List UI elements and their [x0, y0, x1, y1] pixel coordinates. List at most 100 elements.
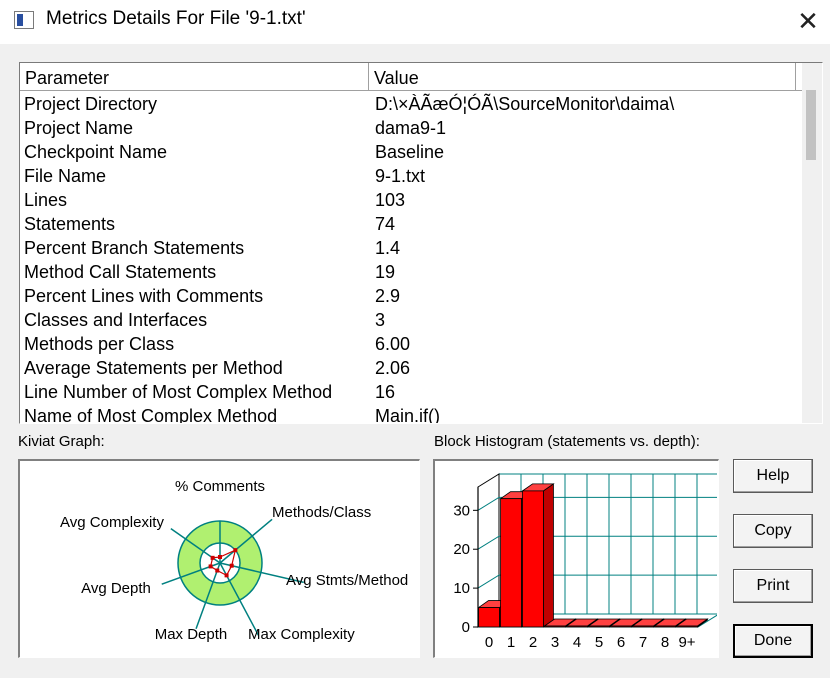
y-tick-label: 20 [453, 541, 470, 558]
table-row[interactable]: Method Call Statements 19 [20, 260, 802, 284]
table-row[interactable]: Project Name dama9-1 [20, 116, 802, 140]
table-row[interactable]: Lines 103 [20, 188, 802, 212]
kiviat-axis-label: Avg Complexity [60, 514, 164, 531]
histogram-bar [478, 607, 500, 628]
table-row[interactable]: Classes and Interfaces 3 [20, 308, 802, 332]
kiviat-graph-label: Kiviat Graph: [18, 433, 105, 450]
metrics-list[interactable]: Parameter Value Project Directory D:\×ÀÃæ… [19, 62, 823, 424]
table-row[interactable]: Line Number of Most Complex Method 16 [20, 380, 802, 404]
block-histogram-label: Block Histogram (statements vs. depth): [434, 433, 700, 450]
value-cell: 16 [375, 382, 396, 402]
x-tick-label: 6 [617, 634, 625, 651]
value-cell: 19 [375, 262, 396, 282]
kiviat-value-marker [210, 555, 215, 560]
kiviat-value-marker [218, 555, 222, 559]
parameter-cell: Statements [24, 214, 116, 234]
parameter-cell: Methods per Class [24, 334, 175, 354]
value-cell: 74 [375, 214, 396, 234]
parameter-cell: Method Call Statements [24, 262, 217, 282]
print-button[interactable]: Print [733, 569, 813, 603]
kiviat-value-marker [229, 563, 234, 568]
parameter-cell: Average Statements per Method [24, 358, 283, 378]
histogram-bar [654, 625, 676, 628]
kiviat-axis-label: Methods/Class [272, 504, 371, 521]
table-row[interactable]: Percent Lines with Comments 2.9 [20, 284, 802, 308]
histogram-bar [544, 625, 566, 628]
table-row[interactable]: Statements 74 [20, 212, 802, 236]
parameter-cell: File Name [24, 166, 107, 186]
histogram-bar [632, 625, 654, 628]
kiviat-axis-label: Avg Stmts/Method [286, 572, 408, 589]
table-row[interactable]: Methods per Class 6.00 [20, 332, 802, 356]
table-row[interactable]: Project Directory D:\×ÀÃæÓ¦ÓÃ\SourceMonit… [20, 92, 802, 116]
value-cell: 103 [375, 190, 406, 210]
title-bar: Metrics Details For File '9-1.txt' ✕ [0, 0, 830, 44]
x-tick-label: 4 [573, 634, 581, 651]
kiviat-value-marker [208, 564, 213, 569]
histogram-bar [588, 625, 610, 628]
list-header: Parameter Value [20, 63, 802, 91]
table-row[interactable]: Name of Most Complex Method Main.if() [20, 404, 802, 424]
kiviat-axis-label: % Comments [175, 478, 265, 495]
histogram-bar [566, 625, 588, 628]
parameter-cell: Checkpoint Name [24, 142, 168, 162]
kiviat-axis-label: Max Complexity [248, 626, 355, 643]
parameter-cell: Project Directory [24, 94, 158, 114]
vertical-scrollbar[interactable] [802, 63, 822, 423]
value-cell: Main.if() [375, 406, 441, 424]
kiviat-graph: % Comments Methods/Class Avg Stmts/Method M… [60, 478, 408, 643]
x-tick-label: 2 [529, 634, 537, 651]
kiviat-graph-panel: % Comments Methods/Class Avg Stmts/Method M… [18, 459, 420, 658]
value-cell: 1.4 [375, 238, 401, 258]
parameter-cell: Project Name [24, 118, 134, 138]
copy-button[interactable]: Copy [733, 514, 813, 548]
block-histogram: 01020300 1 2 3 4 5 6 7 8 9+ [453, 473, 721, 651]
kiviat-value-marker [215, 568, 220, 573]
table-row[interactable]: Average Statements per Method 2.06 [20, 356, 802, 380]
close-button[interactable]: ✕ [786, 0, 830, 44]
x-tick-label: 7 [639, 634, 647, 651]
histogram-panel: 0 10 20 30 0 1 2 3 4 5 6 7 8 9+ [433, 459, 721, 658]
x-tick-label: 8 [661, 634, 669, 651]
done-button[interactable]: Done [733, 624, 813, 658]
histogram-bar [500, 498, 522, 628]
table-row[interactable]: Percent Branch Statements 1.4 [20, 236, 802, 260]
value-cell: dama9-1 [375, 118, 447, 138]
table-row[interactable]: Checkpoint Name Baseline [20, 140, 802, 164]
parameter-cell: Percent Branch Statements [24, 238, 245, 258]
histogram-bar [610, 625, 632, 628]
x-tick-label: 3 [551, 634, 559, 651]
value-cell: 2.06 [375, 358, 411, 378]
value-cell: 3 [375, 310, 386, 330]
list-rows: Project Directory D:\×ÀÃæÓ¦ÓÃ\SourceMonit… [20, 92, 802, 424]
parameter-cell: Lines [24, 190, 68, 210]
kiviat-value-marker [224, 573, 229, 578]
kiviat-value-marker [233, 548, 238, 553]
kiviat-axis-label: Avg Depth [81, 580, 151, 597]
scrollbar-thumb[interactable] [806, 90, 816, 160]
parameter-cell: Percent Lines with Comments [24, 286, 264, 306]
column-header-value[interactable]: Value [369, 63, 796, 90]
table-row[interactable]: File Name 9-1.txt [20, 164, 802, 188]
window-title: Metrics Details For File '9-1.txt' [46, 8, 306, 29]
parameter-cell: Name of Most Complex Method [24, 406, 278, 424]
help-button[interactable]: Help [733, 459, 813, 493]
x-tick-label: 0 [485, 634, 493, 651]
value-cell: 2.9 [375, 286, 401, 306]
column-header-parameter[interactable]: Parameter [20, 63, 369, 90]
histogram-bar [522, 490, 544, 628]
y-tick-label: 0 [462, 619, 470, 636]
window-icon [14, 11, 34, 29]
y-tick-label: 10 [453, 580, 470, 597]
y-tick-label: 30 [453, 502, 470, 519]
value-cell: D:\×ÀÃæÓ¦ÓÃ\SourceMonitor\daima\ [375, 94, 675, 114]
parameter-cell: Line Number of Most Complex Method [24, 382, 333, 402]
histogram-bar-side [543, 483, 554, 628]
value-cell: Baseline [375, 142, 445, 162]
histogram-bar [676, 625, 698, 628]
value-cell: 6.00 [375, 334, 411, 354]
x-tick-label: 9+ [678, 634, 695, 651]
x-tick-label: 5 [595, 634, 603, 651]
kiviat-axis-label: Max Depth [155, 626, 228, 643]
value-cell: 9-1.txt [375, 166, 426, 186]
